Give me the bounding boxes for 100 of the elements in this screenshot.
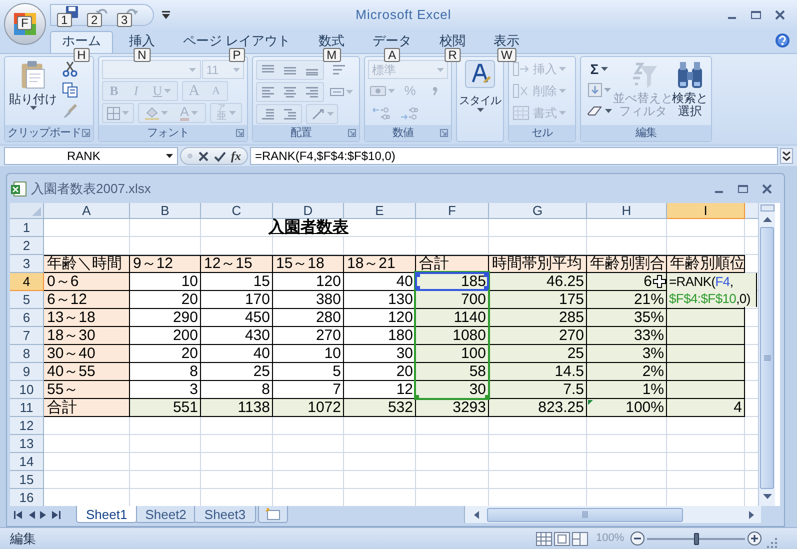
- copy-icon[interactable]: [62, 82, 78, 98]
- cell: 1072: [273, 399, 344, 417]
- cell: 46.25: [489, 273, 587, 291]
- keytip-tooltip: A: [384, 48, 400, 62]
- enter-icon[interactable]: [214, 150, 226, 162]
- caret-icon: [559, 67, 566, 71]
- row-header[interactable]: 12: [10, 417, 44, 435]
- split-handle-icon[interactable]: [759, 203, 776, 213]
- caret-icon: [476, 108, 484, 112]
- help-icon[interactable]: [775, 33, 790, 48]
- sheet-title: 入園者数表: [268, 219, 348, 236]
- caret-icon: [233, 68, 240, 72]
- row-header[interactable]: 4: [10, 273, 44, 291]
- column-header[interactable]: F: [416, 203, 489, 219]
- close-icon[interactable]: [762, 184, 772, 194]
- zoom-out-icon[interactable]: [630, 531, 646, 546]
- row-header[interactable]: 9: [10, 363, 44, 381]
- column-header[interactable]: A: [44, 203, 130, 219]
- sheet-tab[interactable]: Sheet3: [194, 506, 256, 523]
- row-header[interactable]: 5: [10, 291, 44, 309]
- cell: 30: [344, 345, 416, 363]
- cell: 7.5: [489, 381, 587, 399]
- page-break-view-icon[interactable]: [572, 532, 588, 546]
- cell: [201, 435, 273, 453]
- customize-icon: [162, 11, 170, 19]
- cancel-icon[interactable]: [198, 150, 209, 162]
- redo-icon[interactable]: [125, 6, 139, 16]
- scrollbar-thumb[interactable]: [487, 508, 683, 522]
- row-header[interactable]: 10: [10, 381, 44, 399]
- row-header[interactable]: 15: [10, 471, 44, 489]
- keytip-tooltip: W: [496, 48, 516, 62]
- formula-field[interactable]: =RANK(F4,$F$4:$F$10,0): [250, 147, 778, 165]
- column-header[interactable]: G: [489, 203, 587, 219]
- row-header[interactable]: 3: [10, 255, 44, 273]
- column-header[interactable]: H: [587, 203, 667, 219]
- column-header[interactable]: I: [667, 203, 745, 219]
- cell: 40: [201, 345, 273, 363]
- row-header[interactable]: 13: [10, 435, 44, 453]
- column-header[interactable]: B: [130, 203, 201, 219]
- next-sheet-icon[interactable]: [40, 510, 47, 518]
- row-header[interactable]: 16: [10, 489, 44, 506]
- fill-down-icon: [588, 83, 602, 97]
- sheet-tab[interactable]: Sheet2: [135, 506, 196, 523]
- spreadsheet-file-icon: [11, 180, 27, 196]
- row-header[interactable]: 8: [10, 345, 44, 363]
- row-header[interactable]: 6: [10, 309, 44, 327]
- row-header[interactable]: 14: [10, 453, 44, 471]
- cell: 450: [201, 309, 273, 327]
- keytip-tooltip: M: [322, 48, 341, 62]
- cell: 1140: [416, 309, 489, 327]
- caret-icon: [166, 154, 173, 158]
- autosum-button[interactable]: Σ: [584, 60, 614, 78]
- style-brush-icon: [465, 60, 495, 88]
- cell: 12: [344, 381, 416, 399]
- row-header[interactable]: 1: [10, 219, 44, 237]
- keytip-tooltip: H: [73, 48, 90, 62]
- cell: 200: [130, 327, 201, 345]
- insert-function-button[interactable]: fx: [231, 147, 241, 165]
- maximize-icon[interactable]: [738, 184, 748, 194]
- insert-cells-icon: [513, 62, 529, 76]
- undo-icon[interactable]: [95, 6, 109, 16]
- zoom-slider-thumb[interactable]: [694, 532, 700, 544]
- page-layout-view-icon[interactable]: [554, 532, 570, 546]
- align-middle-icon: [283, 64, 297, 76]
- cell: 7: [273, 381, 344, 399]
- row-header[interactable]: 11: [10, 399, 44, 417]
- expand-formula-bar-icon[interactable]: [780, 148, 793, 164]
- cell: 120: [273, 273, 344, 291]
- last-sheet-icon[interactable]: [52, 510, 61, 518]
- column-header[interactable]: C: [201, 203, 273, 219]
- row-header[interactable]: 2: [10, 237, 44, 255]
- cell: 21%: [587, 291, 667, 309]
- close-icon[interactable]: [775, 10, 785, 20]
- styles-button[interactable]: スタイル: [460, 60, 500, 112]
- normal-view-icon[interactable]: [536, 532, 552, 546]
- sheet-tab[interactable]: Sheet1: [76, 506, 138, 523]
- column-header[interactable]: D: [273, 203, 344, 219]
- cell: 58: [416, 363, 489, 381]
- insert-sheet-button[interactable]: [258, 506, 288, 523]
- zoom-level: 100%: [596, 531, 624, 546]
- cell: [130, 417, 201, 435]
- column-header[interactable]: E: [344, 203, 416, 219]
- maximize-icon[interactable]: [751, 10, 761, 20]
- cell-editor[interactable]: =RANK(F4, $F$4:$F$10,0): [667, 273, 757, 307]
- name-box[interactable]: RANK: [4, 147, 178, 165]
- previous-sheet-icon[interactable]: [28, 510, 35, 518]
- scrollbar-thumb[interactable]: [760, 227, 774, 489]
- cell: [201, 453, 273, 471]
- scissors-icon[interactable]: [62, 61, 78, 77]
- caret-icon: [228, 111, 236, 115]
- zoom-slider[interactable]: [647, 532, 746, 546]
- clipboard-icon: [20, 61, 46, 89]
- cell: 8: [201, 381, 273, 399]
- zoom-in-icon[interactable]: [747, 531, 762, 546]
- cell: 700: [416, 291, 489, 309]
- find-select-button[interactable]: 検索と 選択: [672, 60, 708, 120]
- cell: 30～40: [44, 345, 130, 363]
- first-sheet-icon[interactable]: [14, 510, 23, 518]
- row-header[interactable]: 7: [10, 327, 44, 345]
- paste-button[interactable]: 貼り付け: [8, 59, 58, 121]
